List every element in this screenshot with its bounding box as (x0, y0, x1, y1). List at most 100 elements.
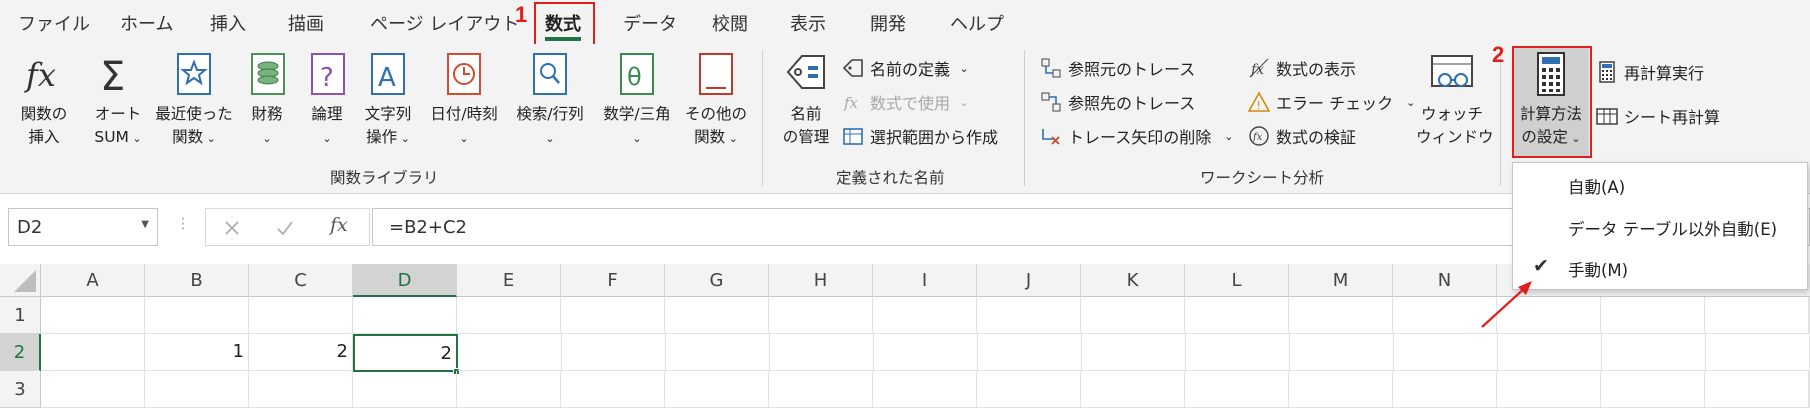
checkmark-icon: ✔ (1533, 255, 1549, 277)
autosum-button[interactable]: Σ オート SUM ⌄ (88, 50, 148, 150)
cell-b1[interactable] (145, 297, 249, 334)
insert-function-icon[interactable]: fx (330, 214, 348, 236)
tab-draw[interactable]: 描画 (288, 10, 324, 36)
column-header-l[interactable]: L (1185, 264, 1289, 297)
recently-used-button[interactable]: 最近使った 関数 ⌄ (150, 50, 238, 150)
cancel-icon[interactable] (224, 220, 240, 236)
cell-d3[interactable] (353, 371, 457, 408)
formula-buttons: fx (205, 208, 370, 246)
column-header-j[interactable]: J (977, 264, 1081, 297)
name-tag-icon (786, 55, 825, 89)
calculate-sheet-icon (1596, 108, 1618, 125)
tab-help[interactable]: ヘルプ (950, 10, 1004, 36)
date-time-button[interactable]: 日付/時刻 ⌄ (424, 50, 504, 150)
column-header-i[interactable]: I (873, 264, 977, 297)
tab-page-layout[interactable]: ページ レイアウト (370, 10, 519, 36)
cell-c2[interactable]: 2 (249, 334, 353, 371)
column-header-g[interactable]: G (665, 264, 769, 297)
cell-a3[interactable] (41, 371, 145, 408)
annotation-box-formulas-tab (534, 2, 595, 50)
select-all-triangle-icon (14, 270, 36, 292)
cell-c1[interactable] (249, 297, 353, 334)
cells-row-2-rest[interactable] (458, 334, 1810, 371)
show-formulas-button[interactable]: fx 数式の表示 (1248, 56, 1356, 80)
text-button[interactable]: A 文字列 操作 ⌄ (358, 50, 418, 150)
tab-view[interactable]: 表示 (790, 10, 826, 36)
row-header-2[interactable]: 2 (0, 334, 41, 371)
error-check-icon: ! (1248, 91, 1270, 112)
column-header-b[interactable]: B (145, 264, 249, 297)
math-trig-button[interactable]: θ 数学/三角 ⌄ (596, 50, 678, 150)
fx-icon: fx (24, 56, 56, 94)
watch-window-button[interactable]: ウォッチ ウィンドウ (1416, 50, 1494, 149)
tab-insert[interactable]: 挿入 (210, 10, 246, 36)
trace-dependents-button[interactable]: 参照先のトレース (1040, 90, 1195, 114)
cell-d2[interactable]: 2 (353, 334, 458, 372)
annotation-step-2: 2 (1492, 42, 1505, 67)
svg-text:!: ! (1257, 99, 1261, 112)
define-name-button[interactable]: 名前の定義 ⌄ (842, 56, 969, 80)
column-header-e[interactable]: E (457, 264, 561, 297)
tab-data[interactable]: データ (623, 10, 677, 36)
chevron-down-icon[interactable]: ▼ (141, 219, 149, 230)
cell-a1[interactable] (41, 297, 145, 334)
row-header-3[interactable]: 3 (0, 371, 41, 408)
book-icon (699, 53, 733, 95)
group-label-formula-auditing: ワークシート分析 (1200, 169, 1325, 187)
tab-review[interactable]: 校閲 (712, 10, 748, 36)
svg-text:fx: fx (1252, 132, 1263, 143)
cells-row-1-rest[interactable] (457, 297, 1810, 334)
cell-a2[interactable] (41, 334, 145, 371)
cell-c3[interactable] (249, 371, 353, 408)
row-header-1[interactable]: 1 (0, 297, 41, 334)
lookup-reference-button[interactable]: 検索/行列 ⌄ (510, 50, 590, 150)
select-all-corner[interactable] (0, 264, 41, 297)
trace-precedents-button[interactable]: 参照元のトレース (1040, 56, 1195, 80)
ribbon-tab-bar: ファイル ホーム 挿入 描画 ページ レイアウト 数式 データ 校閲 表示 開発… (0, 0, 1810, 44)
clock-book-icon (447, 53, 481, 95)
column-header-f[interactable]: F (561, 264, 665, 297)
calculation-options-menu: 自動(A) データ テーブル以外自動(E) ✔ 手動(M) (1512, 162, 1808, 290)
column-header-k[interactable]: K (1081, 264, 1185, 297)
group-separator (1024, 50, 1025, 186)
logical-button[interactable]: ? 論理 ⌄ (304, 50, 350, 150)
column-header-a[interactable]: A (41, 264, 145, 297)
menu-item-manual[interactable]: 手動(M) (1568, 257, 1628, 281)
name-box[interactable]: D2 ▼ (8, 208, 158, 246)
menu-item-automatic[interactable]: 自動(A) (1568, 174, 1625, 198)
cell-d1[interactable] (353, 297, 457, 334)
svg-text:fx: fx (843, 94, 859, 112)
insert-function-button[interactable]: fx 関数の 挿入 (14, 50, 74, 149)
remove-arrows-button[interactable]: トレース矢印の削除 ⌄ (1040, 124, 1233, 148)
evaluate-formula-button[interactable]: fx 数式の検証 (1248, 124, 1356, 148)
column-header-c[interactable]: C (249, 264, 353, 297)
splitter-dots-icon[interactable]: ⋮ (176, 216, 190, 232)
use-in-formula-button[interactable]: fx 数式で使用 ⌄ (842, 90, 969, 114)
create-from-selection-button[interactable]: 選択範囲から作成 (842, 124, 998, 148)
group-label-function-library: 関数ライブラリ (330, 169, 439, 187)
financial-button[interactable]: 財務 ⌄ (244, 50, 290, 150)
column-header-h[interactable]: H (769, 264, 873, 297)
calculate-now-button[interactable]: 再計算実行 (1596, 60, 1704, 84)
menu-item-automatic-except-tables[interactable]: データ テーブル以外自動(E) (1568, 216, 1777, 240)
theta-book-icon: θ (620, 53, 654, 95)
calculate-sheet-button[interactable]: シート再計算 (1596, 104, 1720, 128)
annotation-step-1: 1 (515, 2, 528, 27)
cell-b3[interactable] (145, 371, 249, 408)
group-separator (762, 50, 763, 186)
magnifier-book-icon (533, 53, 567, 95)
name-manager-button[interactable]: 名前 の管理 (776, 50, 836, 149)
star-book-icon (177, 53, 211, 95)
tab-file[interactable]: ファイル (18, 10, 90, 36)
cells-row-3-rest[interactable] (457, 371, 1810, 408)
cell-b2[interactable]: 1 (145, 334, 249, 371)
svg-text:θ: θ (627, 63, 642, 91)
error-checking-button[interactable]: ! エラー チェック ⌄ (1248, 90, 1415, 114)
tab-developer[interactable]: 開発 (870, 10, 906, 36)
enter-check-icon[interactable] (276, 220, 294, 236)
more-functions-button[interactable]: その他の 関数 ⌄ (684, 50, 748, 150)
column-header-d[interactable]: D (353, 264, 457, 297)
tab-home[interactable]: ホーム (120, 10, 173, 36)
column-header-m[interactable]: M (1289, 264, 1393, 297)
annotation-box-calc-options (1512, 46, 1592, 158)
